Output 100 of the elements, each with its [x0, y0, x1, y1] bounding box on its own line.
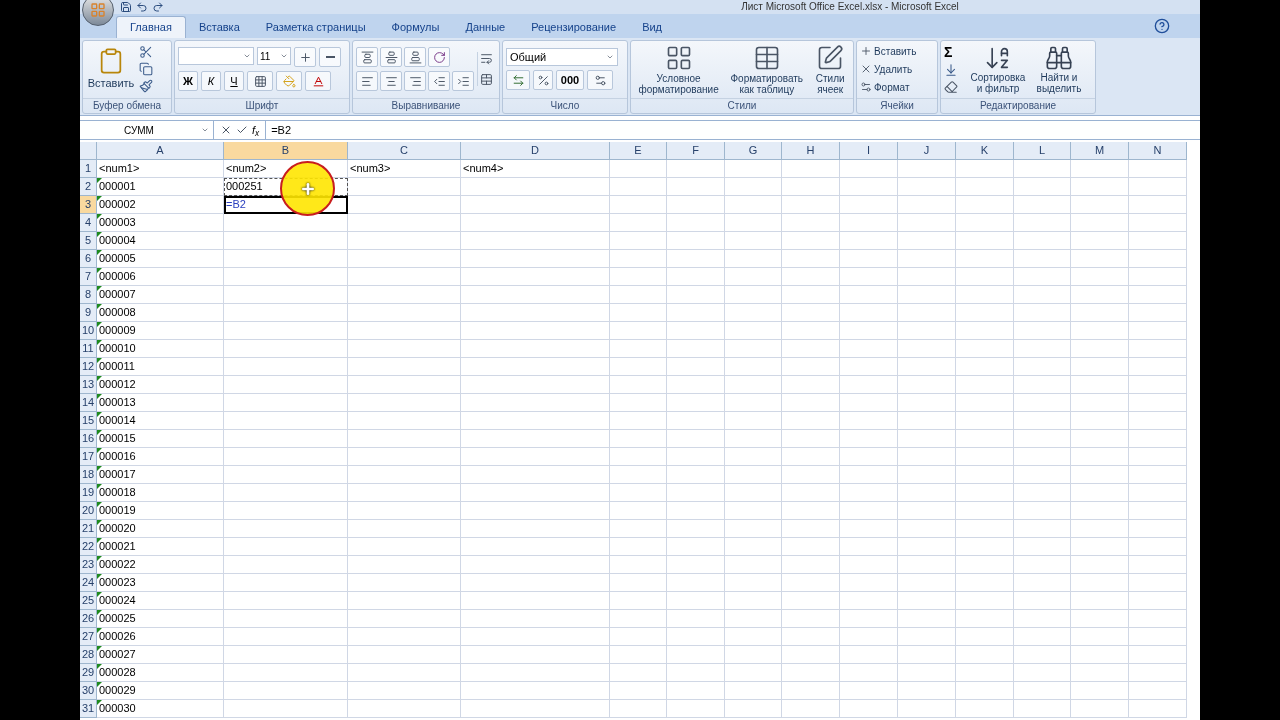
row-header[interactable]: 20	[80, 502, 97, 520]
row-header[interactable]: 29	[80, 664, 97, 682]
column-header[interactable]: K	[956, 142, 1014, 160]
undo-icon[interactable]	[136, 1, 148, 13]
ribbon-tab[interactable]: Вставка	[185, 16, 253, 38]
align-bottom-button[interactable]	[404, 47, 426, 67]
row-header[interactable]: 19	[80, 484, 97, 502]
row-header[interactable]: 18	[80, 466, 97, 484]
orientation-button[interactable]	[428, 47, 450, 67]
number-format-field[interactable]: Общий	[506, 48, 618, 66]
row-header[interactable]: 6	[80, 250, 97, 268]
row-header[interactable]: 17	[80, 448, 97, 466]
row-header[interactable]: 25	[80, 592, 97, 610]
column-header[interactable]: E	[610, 142, 667, 160]
align-center-button[interactable]	[380, 71, 402, 91]
column-header[interactable]: B	[224, 142, 348, 160]
row-header[interactable]: 24	[80, 574, 97, 592]
currency-format-button[interactable]	[506, 70, 530, 90]
row-header[interactable]: 28	[80, 646, 97, 664]
column-header[interactable]: C	[348, 142, 461, 160]
row-header[interactable]: 15	[80, 412, 97, 430]
column-header[interactable]: D	[461, 142, 610, 160]
row-header[interactable]: 3	[80, 196, 97, 214]
paste-button[interactable]: Вставить	[86, 46, 136, 92]
underline-button[interactable]: Ч	[224, 71, 244, 91]
format-painter-icon[interactable]	[139, 79, 153, 93]
align-top-button[interactable]	[356, 47, 378, 67]
column-header[interactable]: L	[1014, 142, 1071, 160]
row-header[interactable]: 8	[80, 286, 97, 304]
row-header[interactable]: 22	[80, 538, 97, 556]
ribbon-tab[interactable]: Главная	[116, 16, 186, 38]
wrap-text-icon[interactable]	[480, 52, 493, 65]
save-icon[interactable]	[120, 1, 132, 13]
conditional-formatting-button[interactable]: Условное форматирование	[634, 43, 724, 95]
italic-button[interactable]: К	[201, 71, 221, 91]
row-header[interactable]: 23	[80, 556, 97, 574]
help-icon[interactable]	[1154, 18, 1170, 34]
font-color-button[interactable]	[305, 71, 331, 91]
ribbon-tab[interactable]: Формулы	[378, 16, 453, 38]
column-header[interactable]: M	[1071, 142, 1129, 160]
row-header[interactable]: 27	[80, 628, 97, 646]
thousands-separator-button[interactable]: 000	[556, 70, 584, 90]
insert-cells-button[interactable]: Вставить	[860, 43, 917, 59]
redo-icon[interactable]	[152, 1, 164, 13]
align-left-button[interactable]	[356, 71, 378, 91]
eraser-icon[interactable]	[944, 80, 958, 94]
row-header[interactable]: 26	[80, 610, 97, 628]
find-select-button[interactable]: Найти и выделить	[1030, 44, 1088, 94]
column-header[interactable]: J	[898, 142, 956, 160]
decimal-places-button[interactable]	[587, 70, 613, 90]
row-header[interactable]: 4	[80, 214, 97, 232]
column-header[interactable]: G	[725, 142, 782, 160]
column-header[interactable]: F	[667, 142, 725, 160]
font-name-field[interactable]	[178, 47, 254, 65]
row-header[interactable]: 11	[80, 340, 97, 358]
shrink-font-button[interactable]	[319, 47, 341, 67]
row-header[interactable]: 13	[80, 376, 97, 394]
increase-indent-button[interactable]	[452, 71, 474, 91]
format-as-table-button[interactable]: Форматировать как таблицу	[726, 43, 808, 95]
ribbon-tab[interactable]: Рецензирование	[518, 16, 630, 38]
row-header[interactable]: 21	[80, 520, 97, 538]
formula-field[interactable]: =B2	[265, 121, 1200, 139]
cell-styles-button[interactable]: Стили ячеек	[810, 43, 850, 95]
percent-button[interactable]	[533, 70, 553, 90]
ribbon-tab[interactable]: Данные	[452, 16, 519, 38]
ribbon-tab[interactable]: Вид	[629, 16, 676, 38]
row-header[interactable]: 14	[80, 394, 97, 412]
row-header[interactable]: 31	[80, 700, 97, 718]
format-cells-button[interactable]: Формат	[860, 79, 917, 95]
row-header[interactable]: 12	[80, 358, 97, 376]
enter-icon[interactable]	[236, 124, 248, 136]
row-header[interactable]: 30	[80, 682, 97, 700]
decrease-indent-button[interactable]	[428, 71, 450, 91]
font-size-field[interactable]: 11	[257, 47, 291, 65]
grow-font-button[interactable]	[294, 47, 316, 67]
insert-function-button[interactable]: f$_{x}$	[252, 121, 260, 139]
copy-icon[interactable]	[139, 62, 153, 76]
autosum-button[interactable]: Σ	[944, 44, 966, 60]
ribbon-tab[interactable]: Разметка страницы	[252, 16, 379, 38]
align-middle-button[interactable]	[380, 47, 402, 67]
column-header[interactable]: H	[782, 142, 840, 160]
fill-down-icon[interactable]	[944, 63, 958, 77]
cancel-icon[interactable]	[220, 124, 232, 136]
column-header[interactable]: A	[97, 142, 224, 160]
row-header[interactable]: 16	[80, 430, 97, 448]
bold-button[interactable]: Ж	[178, 71, 198, 91]
sort-filter-button[interactable]: Сортировка и фильтр	[969, 44, 1027, 94]
fill-color-button[interactable]	[276, 71, 302, 91]
borders-button[interactable]	[247, 71, 273, 91]
delete-cells-button[interactable]: Удалить	[860, 61, 917, 77]
cut-icon[interactable]	[139, 45, 153, 59]
row-header[interactable]: 5	[80, 232, 97, 250]
column-header[interactable]: I	[840, 142, 898, 160]
row-header[interactable]: 7	[80, 268, 97, 286]
row-header[interactable]: 10	[80, 322, 97, 340]
name-box[interactable]: СУММ	[80, 121, 214, 139]
column-header[interactable]: N	[1129, 142, 1187, 160]
align-right-button[interactable]	[404, 71, 426, 91]
merge-cells-icon[interactable]	[480, 73, 493, 86]
row-header[interactable]: 9	[80, 304, 97, 322]
